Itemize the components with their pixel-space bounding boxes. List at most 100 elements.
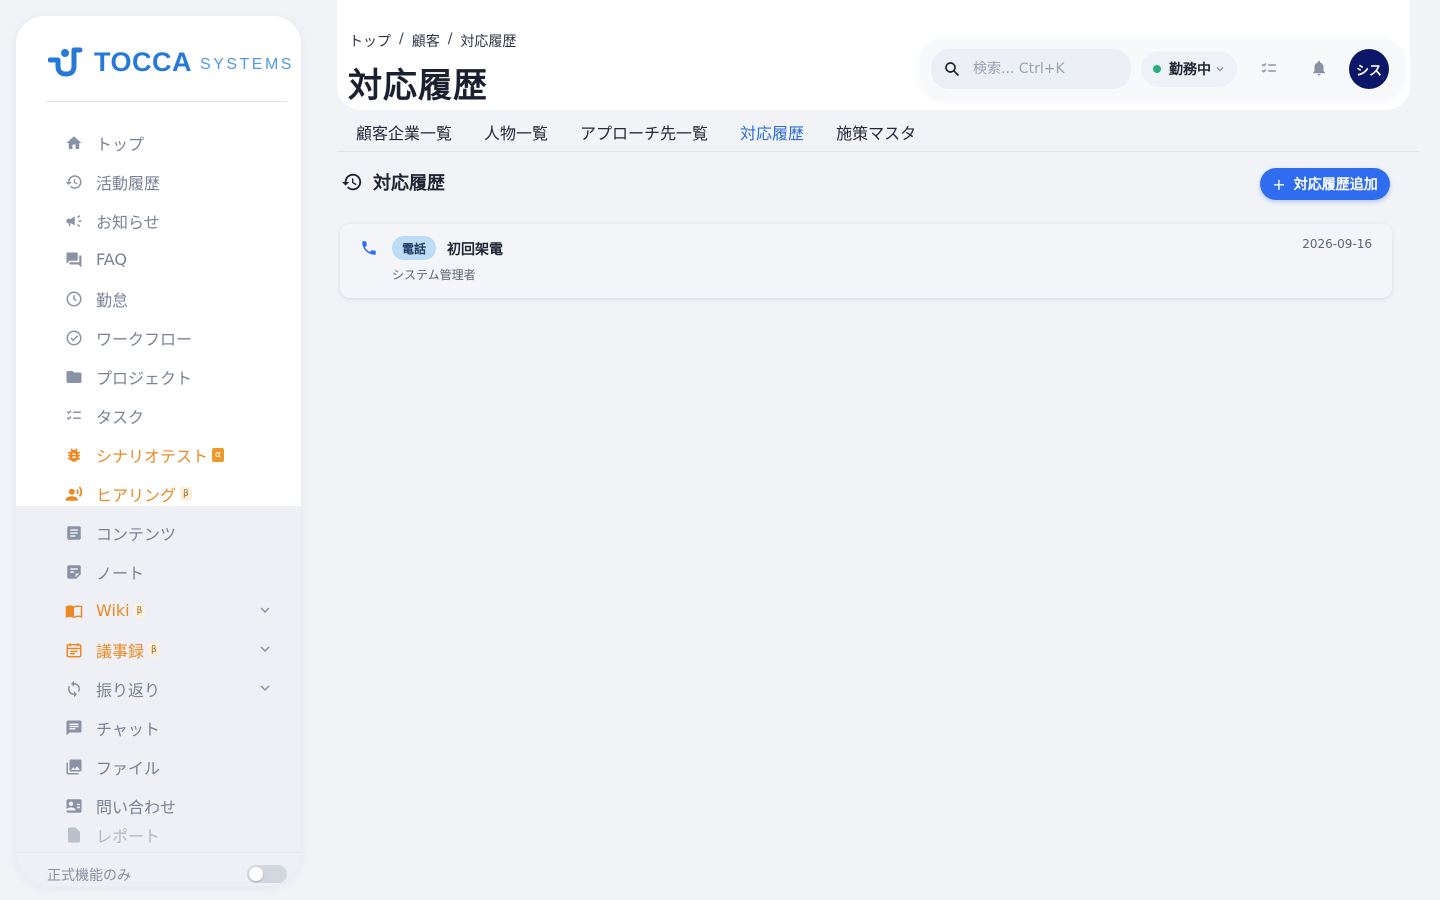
chevron-down-icon — [1216, 67, 1224, 72]
logo-name: TOCCA — [94, 46, 193, 77]
interaction-owner: システム管理者 — [392, 268, 476, 282]
breadcrumb-item-top[interactable]: トップ — [349, 31, 391, 51]
section-title: 対応履歴 — [373, 173, 445, 194]
page-title: 対応履歴 — [348, 66, 488, 106]
clock-icon — [64, 289, 84, 309]
sidebar-item-label: コンテンツ — [96, 524, 177, 544]
check-circle-icon — [64, 328, 84, 348]
sidebar-item-label: プロジェクト — [96, 368, 193, 388]
book-icon — [64, 601, 84, 621]
add-interaction-label: 対応履歴追加 — [1293, 177, 1378, 193]
toggle-knob — [249, 867, 263, 881]
interaction-date: 2026-09-16 — [1302, 237, 1372, 251]
sidebar-item-label: レポート — [96, 827, 161, 845]
breadcrumb-separator: / — [447, 31, 453, 47]
user-avatar[interactable]: シス — [1349, 49, 1389, 89]
logo-mark-icon — [47, 44, 84, 80]
sidebar-item-chat[interactable]: チャット — [16, 708, 301, 747]
breadcrumb-separator: / — [399, 31, 404, 47]
sidebar-item-label: 問い合わせ — [96, 797, 177, 817]
sidebar-item-label: ワークフロー — [96, 329, 193, 349]
sidebar-item-label: チャット — [96, 719, 160, 739]
sidebar-item-scenario-test[interactable]: シナリオテスト α — [16, 435, 301, 474]
sidebar-item-label: 議事録 — [96, 641, 145, 661]
sidebar-item-report[interactable]: レポート — [16, 825, 301, 845]
interaction-title: 初回架電 — [447, 242, 503, 258]
calendar-icon — [64, 640, 84, 660]
sidebar-item-wiki[interactable]: Wiki β — [16, 591, 301, 630]
tab-interaction-history[interactable]: 対応履歴 — [740, 110, 804, 151]
sidebar-footer: 正式機能のみ — [16, 852, 301, 886]
sidebar-item-label: 勤怠 — [96, 290, 129, 310]
sidebar-item-label: お知らせ — [96, 212, 160, 232]
search-input[interactable] — [973, 61, 1123, 77]
sidebar-item-label: トップ — [96, 134, 145, 154]
sidebar-item-project[interactable]: プロジェクト — [16, 357, 301, 396]
chevron-down-icon[interactable] — [259, 682, 271, 694]
alpha-badge: α — [212, 447, 224, 462]
search-box[interactable] — [931, 49, 1131, 89]
checklist-icon — [64, 406, 84, 426]
section-header: 対応履歴 — [341, 169, 445, 195]
add-interaction-button[interactable]: + 対応履歴追加 — [1260, 168, 1390, 200]
tab-approach-targets[interactable]: アプローチ先一覧 — [580, 110, 708, 151]
contact-card-icon — [64, 796, 84, 816]
sidebar-item-file[interactable]: ファイル — [16, 747, 301, 786]
home-icon — [64, 133, 84, 153]
main-content: トップ / 顧客 / 対応履歴 対応履歴 勤務中 シス — [337, 0, 1440, 900]
breadcrumb: トップ / 顧客 / 対応履歴 — [349, 31, 516, 51]
tab-measures-master[interactable]: 施策マスタ — [836, 110, 916, 151]
sidebar-item-hearing[interactable]: ヒアリング β — [16, 474, 301, 513]
beta-badge: β — [148, 642, 160, 657]
logo[interactable]: TOCCA SYSTEMS — [47, 42, 291, 82]
forum-icon — [64, 250, 84, 270]
sidebar-item-label: シナリオテスト — [96, 446, 209, 466]
sidebar-item-attendance[interactable]: 勤怠 — [16, 279, 301, 318]
official-only-label: 正式機能のみ — [47, 868, 131, 884]
sidebar-item-label: ファイル — [96, 758, 161, 778]
sidebar-item-faq[interactable]: FAQ — [16, 240, 301, 279]
sidebar-item-retrospective[interactable]: 振り返り — [16, 669, 301, 708]
task-checklist-icon[interactable] — [1259, 58, 1279, 78]
customer-tabs: 顧客企業一覧 人物一覧 アプローチ先一覧 対応履歴 施策マスタ — [337, 110, 1419, 152]
search-icon — [945, 62, 959, 76]
record-voice-icon — [64, 484, 84, 504]
sidebar: TOCCA SYSTEMS トップ 活動履歴 お知らせ FAQ 勤怠 ワークフロ… — [16, 16, 301, 886]
breadcrumb-item-customer[interactable]: 顧客 — [412, 31, 440, 51]
tab-customer-companies[interactable]: 顧客企業一覧 — [356, 110, 452, 151]
sidebar-item-label: 活動履歴 — [96, 173, 161, 193]
sidebar-nav: トップ 活動履歴 お知らせ FAQ 勤怠 ワークフロー プロジェクト タスク シ… — [16, 123, 301, 845]
logo-divider — [46, 101, 287, 102]
chat-icon — [64, 718, 84, 738]
official-only-toggle[interactable] — [247, 865, 287, 883]
sidebar-item-task[interactable]: タスク — [16, 396, 301, 435]
sidebar-item-label: Wiki — [96, 601, 130, 620]
sidebar-item-inquiry[interactable]: 問い合わせ — [16, 786, 301, 825]
folder-icon — [64, 367, 84, 387]
sidebar-item-note[interactable]: ノート — [16, 552, 301, 591]
refresh-icon — [64, 679, 84, 699]
tab-people[interactable]: 人物一覧 — [484, 110, 548, 151]
beta-badge: β — [133, 603, 146, 618]
interaction-record[interactable]: 電話 初回架電 システム管理者 2026-09-16 — [340, 224, 1392, 298]
sidebar-item-label: ノート — [96, 563, 145, 583]
notification-bell-icon[interactable] — [1309, 58, 1329, 78]
chevron-down-icon[interactable] — [259, 643, 271, 655]
sidebar-item-workflow[interactable]: ワークフロー — [16, 318, 301, 357]
sidebar-item-contents[interactable]: コンテンツ — [16, 513, 301, 552]
sidebar-item-news[interactable]: お知らせ — [16, 201, 301, 240]
sidebar-item-top[interactable]: トップ — [16, 123, 301, 162]
top-bar: トップ / 顧客 / 対応履歴 対応履歴 勤務中 シス — [337, 0, 1410, 110]
chevron-down-icon[interactable] — [259, 604, 271, 616]
note-icon — [64, 562, 84, 582]
sidebar-item-minutes[interactable]: 議事録 β — [16, 630, 301, 669]
image-icon — [64, 757, 84, 777]
header-toolbar: 勤務中 シス — [921, 39, 1403, 97]
history-icon — [341, 173, 362, 191]
sidebar-item-activity[interactable]: 活動履歴 — [16, 162, 301, 201]
article-icon — [64, 523, 84, 543]
work-status-label: 勤務中 — [1169, 62, 1211, 78]
sidebar-item-label: ヒアリング — [96, 485, 177, 505]
logo-subtitle: SYSTEMS — [200, 55, 294, 73]
work-status-dropdown[interactable]: 勤務中 — [1141, 51, 1237, 87]
